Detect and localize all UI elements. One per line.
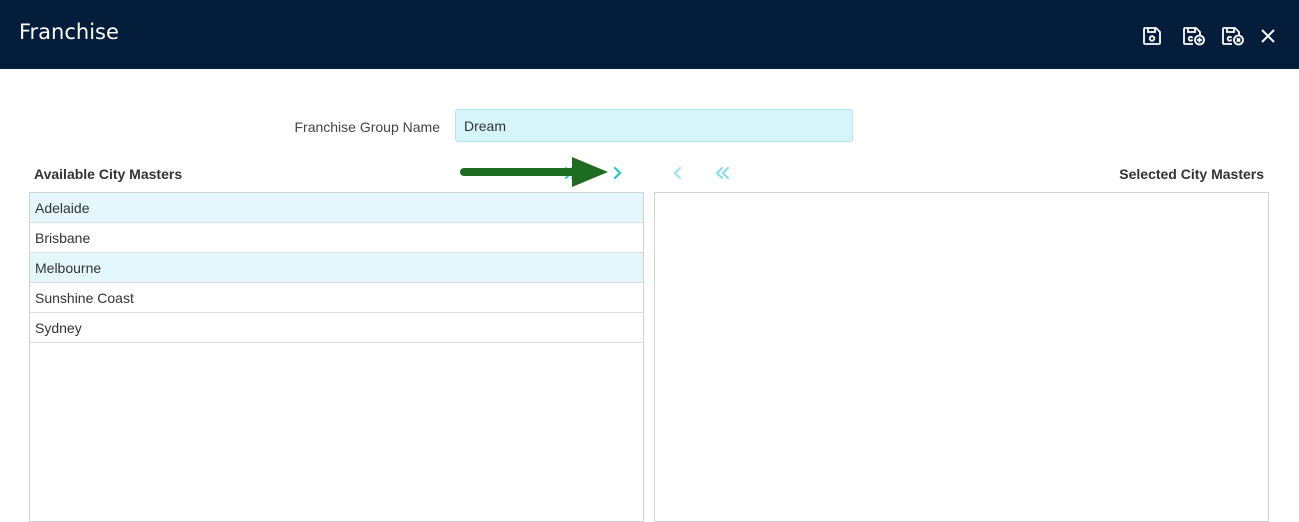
list-item[interactable]: Sydney [30, 313, 643, 343]
franchise-group-name-input[interactable] [455, 109, 853, 142]
close-icon[interactable] [1259, 27, 1283, 51]
window-title: Franchise [19, 20, 119, 44]
available-city-masters-list: Adelaide Brisbane Melbourne Sunshine Coa… [29, 192, 644, 522]
window-header: Franchise [0, 0, 1299, 69]
list-item[interactable]: Sunshine Coast [30, 283, 643, 313]
move-all-left-icon[interactable] [712, 162, 734, 184]
available-city-masters-heading: Available City Masters [34, 166, 183, 182]
franchise-group-name-label: Franchise Group Name [294, 119, 440, 135]
annotation-arrow [458, 156, 610, 193]
list-item[interactable]: Brisbane [30, 223, 643, 253]
selected-city-masters-list [654, 192, 1269, 522]
list-item[interactable]: Melbourne [30, 253, 643, 283]
save-and-close-icon[interactable] [1220, 25, 1244, 49]
save-and-new-icon[interactable] [1181, 25, 1205, 49]
save-icon[interactable] [1141, 25, 1165, 49]
list-item[interactable]: Adelaide [30, 193, 643, 223]
selected-city-masters-heading: Selected City Masters [1119, 166, 1264, 182]
move-left-icon[interactable] [667, 162, 689, 184]
